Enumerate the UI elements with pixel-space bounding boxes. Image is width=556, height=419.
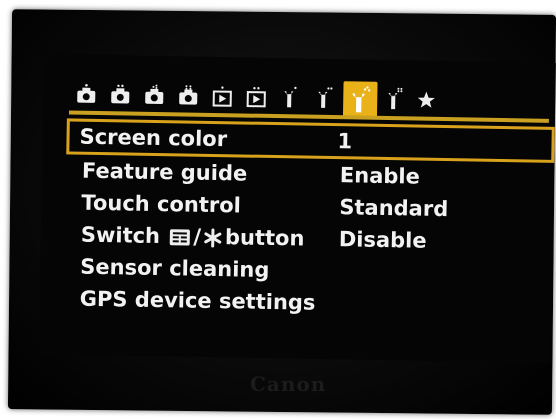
wrench-1-icon (284, 86, 297, 108)
menu-item-label: Touch control (81, 190, 242, 218)
wrench-2-icon (318, 87, 333, 108)
tab-playback-2[interactable] (243, 83, 269, 109)
tab-playback-1[interactable] (209, 83, 235, 109)
brand-logo: Canon (250, 372, 327, 396)
settings-menu: Screen color 1 Feature guide Enable Touc… (66, 118, 555, 323)
menu-item-value: Enable (339, 163, 421, 189)
camera-3-icon (145, 84, 164, 105)
lcd-screen: Screen color 1 Feature guide Enable Touc… (38, 54, 556, 363)
wrench-3-icon (352, 86, 371, 113)
tab-shooting-3[interactable] (141, 82, 167, 108)
menu-item-value: Disable (338, 227, 427, 253)
wrench-4-icon (388, 87, 403, 110)
tab-setup-4[interactable] (381, 86, 407, 112)
menu-item-gps-device-settings[interactable]: GPS device settings (69, 282, 539, 322)
asterisk-button-icon (204, 228, 222, 248)
camera-4-icon (179, 85, 198, 105)
star-icon (417, 91, 435, 108)
menu-item-label: Screen color (79, 124, 228, 152)
menu-item-label: Feature guide (81, 158, 248, 186)
playback-2-icon (246, 86, 266, 108)
tab-shooting-1[interactable] (73, 81, 99, 107)
camera-photo: Screen color 1 Feature guide Enable Touc… (0, 0, 556, 419)
tab-shooting-4[interactable] (175, 82, 201, 108)
tab-my-menu[interactable] (413, 86, 439, 112)
menu-item-label: Switch / button (80, 222, 305, 251)
menu-item-label-suffix: button (224, 225, 305, 251)
menu-item-value: 1 (337, 129, 353, 154)
menu-item-label-prefix: Switch (80, 222, 161, 249)
tab-setup-1[interactable] (277, 84, 303, 110)
camera-2-icon (111, 84, 130, 104)
camera-1-icon (77, 83, 96, 103)
tab-shooting-2[interactable] (107, 81, 133, 107)
tab-setup-3[interactable] (342, 81, 378, 118)
playback-1-icon (212, 86, 232, 107)
tab-setup-2[interactable] (311, 85, 337, 111)
info-button-icon (170, 229, 191, 246)
menu-item-label: GPS device settings (79, 286, 316, 315)
menu-item-value: Standard (339, 195, 449, 222)
menu-item-label: Sensor cleaning (80, 254, 270, 282)
